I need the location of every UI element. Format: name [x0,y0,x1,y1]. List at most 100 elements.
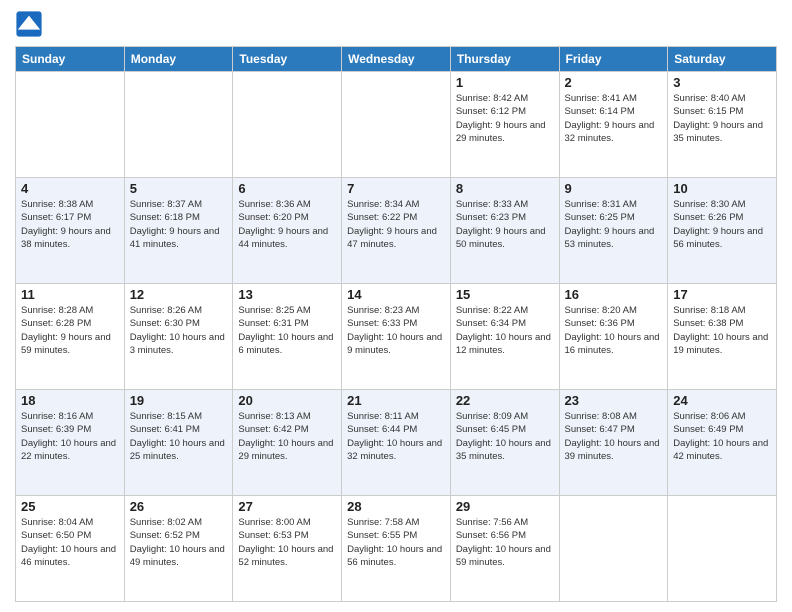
day-number: 29 [456,499,554,514]
day-number: 1 [456,75,554,90]
header [15,10,777,38]
calendar-week-0: 1 Sunrise: 8:42 AM Sunset: 6:12 PM Daylig… [16,72,777,178]
day-number: 19 [130,393,228,408]
day-info: Sunrise: 8:38 AM Sunset: 6:17 PM Dayligh… [21,198,119,251]
calendar-cell [233,72,342,178]
logo [15,10,47,38]
day-number: 26 [130,499,228,514]
calendar-cell: 4 Sunrise: 8:38 AM Sunset: 6:17 PM Daylig… [16,178,125,284]
day-info: Sunrise: 8:00 AM Sunset: 6:53 PM Dayligh… [238,516,336,569]
day-info: Sunrise: 8:25 AM Sunset: 6:31 PM Dayligh… [238,304,336,357]
calendar-week-2: 11Sunrise: 8:28 AM Sunset: 6:28 PM Dayli… [16,284,777,390]
calendar-header-row: SundayMondayTuesdayWednesdayThursdayFrid… [16,47,777,72]
day-number: 25 [21,499,119,514]
day-info: Sunrise: 8:37 AM Sunset: 6:18 PM Dayligh… [130,198,228,251]
day-info: Sunrise: 8:11 AM Sunset: 6:44 PM Dayligh… [347,410,445,463]
calendar-week-1: 4 Sunrise: 8:38 AM Sunset: 6:17 PM Daylig… [16,178,777,284]
day-info: Sunrise: 8:16 AM Sunset: 6:39 PM Dayligh… [21,410,119,463]
day-number: 6 [238,181,336,196]
day-info: Sunrise: 7:58 AM Sunset: 6:55 PM Dayligh… [347,516,445,569]
day-number: 8 [456,181,554,196]
calendar-cell [668,496,777,602]
day-info: Sunrise: 8:31 AM Sunset: 6:25 PM Dayligh… [565,198,663,251]
calendar-header-friday: Friday [559,47,668,72]
calendar-cell: 2 Sunrise: 8:41 AM Sunset: 6:14 PM Daylig… [559,72,668,178]
calendar-cell: 26Sunrise: 8:02 AM Sunset: 6:52 PM Dayli… [124,496,233,602]
calendar-cell [124,72,233,178]
day-info: Sunrise: 8:22 AM Sunset: 6:34 PM Dayligh… [456,304,554,357]
calendar-cell: 8 Sunrise: 8:33 AM Sunset: 6:23 PM Daylig… [450,178,559,284]
calendar-cell: 10 Sunrise: 8:30 AM Sunset: 6:26 PM Dayli… [668,178,777,284]
calendar-header-sunday: Sunday [16,47,125,72]
calendar-cell: 5 Sunrise: 8:37 AM Sunset: 6:18 PM Daylig… [124,178,233,284]
calendar-cell: 22 Sunrise: 8:09 AM Sunset: 6:45 PM Dayli… [450,390,559,496]
calendar-cell: 25 Sunrise: 8:04 AM Sunset: 6:50 PM Dayli… [16,496,125,602]
day-number: 28 [347,499,445,514]
day-number: 5 [130,181,228,196]
day-info: Sunrise: 8:41 AM Sunset: 6:14 PM Dayligh… [565,92,663,145]
calendar-table: SundayMondayTuesdayWednesdayThursdayFrid… [15,46,777,602]
page: SundayMondayTuesdayWednesdayThursdayFrid… [0,0,792,612]
calendar-cell: 13 Sunrise: 8:25 AM Sunset: 6:31 PM Dayli… [233,284,342,390]
day-number: 20 [238,393,336,408]
calendar-cell: 24 Sunrise: 8:06 AM Sunset: 6:49 PM Dayli… [668,390,777,496]
calendar-cell [559,496,668,602]
day-info: Sunrise: 8:20 AM Sunset: 6:36 PM Dayligh… [565,304,663,357]
day-info: Sunrise: 8:33 AM Sunset: 6:23 PM Dayligh… [456,198,554,251]
day-number: 4 [21,181,119,196]
calendar-cell: 21 Sunrise: 8:11 AM Sunset: 6:44 PM Dayli… [342,390,451,496]
logo-icon [15,10,43,38]
day-number: 24 [673,393,771,408]
calendar-cell: 23Sunrise: 8:08 AM Sunset: 6:47 PM Dayli… [559,390,668,496]
calendar-cell: 28 Sunrise: 7:58 AM Sunset: 6:55 PM Dayli… [342,496,451,602]
day-number: 22 [456,393,554,408]
calendar-cell: 18Sunrise: 8:16 AM Sunset: 6:39 PM Dayli… [16,390,125,496]
day-number: 23 [565,393,663,408]
calendar-cell [342,72,451,178]
day-info: Sunrise: 8:06 AM Sunset: 6:49 PM Dayligh… [673,410,771,463]
day-number: 11 [21,287,119,302]
calendar-cell: 14 Sunrise: 8:23 AM Sunset: 6:33 PM Dayli… [342,284,451,390]
day-number: 3 [673,75,771,90]
calendar-cell: 9 Sunrise: 8:31 AM Sunset: 6:25 PM Daylig… [559,178,668,284]
day-info: Sunrise: 8:42 AM Sunset: 6:12 PM Dayligh… [456,92,554,145]
day-number: 9 [565,181,663,196]
calendar-week-3: 18Sunrise: 8:16 AM Sunset: 6:39 PM Dayli… [16,390,777,496]
day-number: 15 [456,287,554,302]
day-number: 14 [347,287,445,302]
calendar-cell: 6 Sunrise: 8:36 AM Sunset: 6:20 PM Daylig… [233,178,342,284]
calendar-cell: 17 Sunrise: 8:18 AM Sunset: 6:38 PM Dayli… [668,284,777,390]
day-number: 12 [130,287,228,302]
day-number: 13 [238,287,336,302]
day-info: Sunrise: 8:13 AM Sunset: 6:42 PM Dayligh… [238,410,336,463]
calendar-cell: 16Sunrise: 8:20 AM Sunset: 6:36 PM Dayli… [559,284,668,390]
day-info: Sunrise: 8:36 AM Sunset: 6:20 PM Dayligh… [238,198,336,251]
day-info: Sunrise: 8:30 AM Sunset: 6:26 PM Dayligh… [673,198,771,251]
calendar-week-4: 25 Sunrise: 8:04 AM Sunset: 6:50 PM Dayli… [16,496,777,602]
day-info: Sunrise: 7:56 AM Sunset: 6:56 PM Dayligh… [456,516,554,569]
calendar-header-wednesday: Wednesday [342,47,451,72]
day-number: 21 [347,393,445,408]
calendar-cell: 7 Sunrise: 8:34 AM Sunset: 6:22 PM Daylig… [342,178,451,284]
day-info: Sunrise: 8:23 AM Sunset: 6:33 PM Dayligh… [347,304,445,357]
calendar-cell: 29 Sunrise: 7:56 AM Sunset: 6:56 PM Dayli… [450,496,559,602]
calendar-cell: 11Sunrise: 8:28 AM Sunset: 6:28 PM Dayli… [16,284,125,390]
calendar-header-saturday: Saturday [668,47,777,72]
day-number: 10 [673,181,771,196]
calendar-header-tuesday: Tuesday [233,47,342,72]
day-number: 17 [673,287,771,302]
calendar-cell: 1 Sunrise: 8:42 AM Sunset: 6:12 PM Daylig… [450,72,559,178]
day-info: Sunrise: 8:04 AM Sunset: 6:50 PM Dayligh… [21,516,119,569]
day-number: 7 [347,181,445,196]
day-info: Sunrise: 8:40 AM Sunset: 6:15 PM Dayligh… [673,92,771,145]
calendar-cell: 15 Sunrise: 8:22 AM Sunset: 6:34 PM Dayli… [450,284,559,390]
calendar-cell: 19 Sunrise: 8:15 AM Sunset: 6:41 PM Dayli… [124,390,233,496]
calendar-header-thursday: Thursday [450,47,559,72]
day-info: Sunrise: 8:26 AM Sunset: 6:30 PM Dayligh… [130,304,228,357]
day-info: Sunrise: 8:34 AM Sunset: 6:22 PM Dayligh… [347,198,445,251]
day-info: Sunrise: 8:09 AM Sunset: 6:45 PM Dayligh… [456,410,554,463]
day-info: Sunrise: 8:15 AM Sunset: 6:41 PM Dayligh… [130,410,228,463]
calendar-header-monday: Monday [124,47,233,72]
day-info: Sunrise: 8:18 AM Sunset: 6:38 PM Dayligh… [673,304,771,357]
day-number: 2 [565,75,663,90]
